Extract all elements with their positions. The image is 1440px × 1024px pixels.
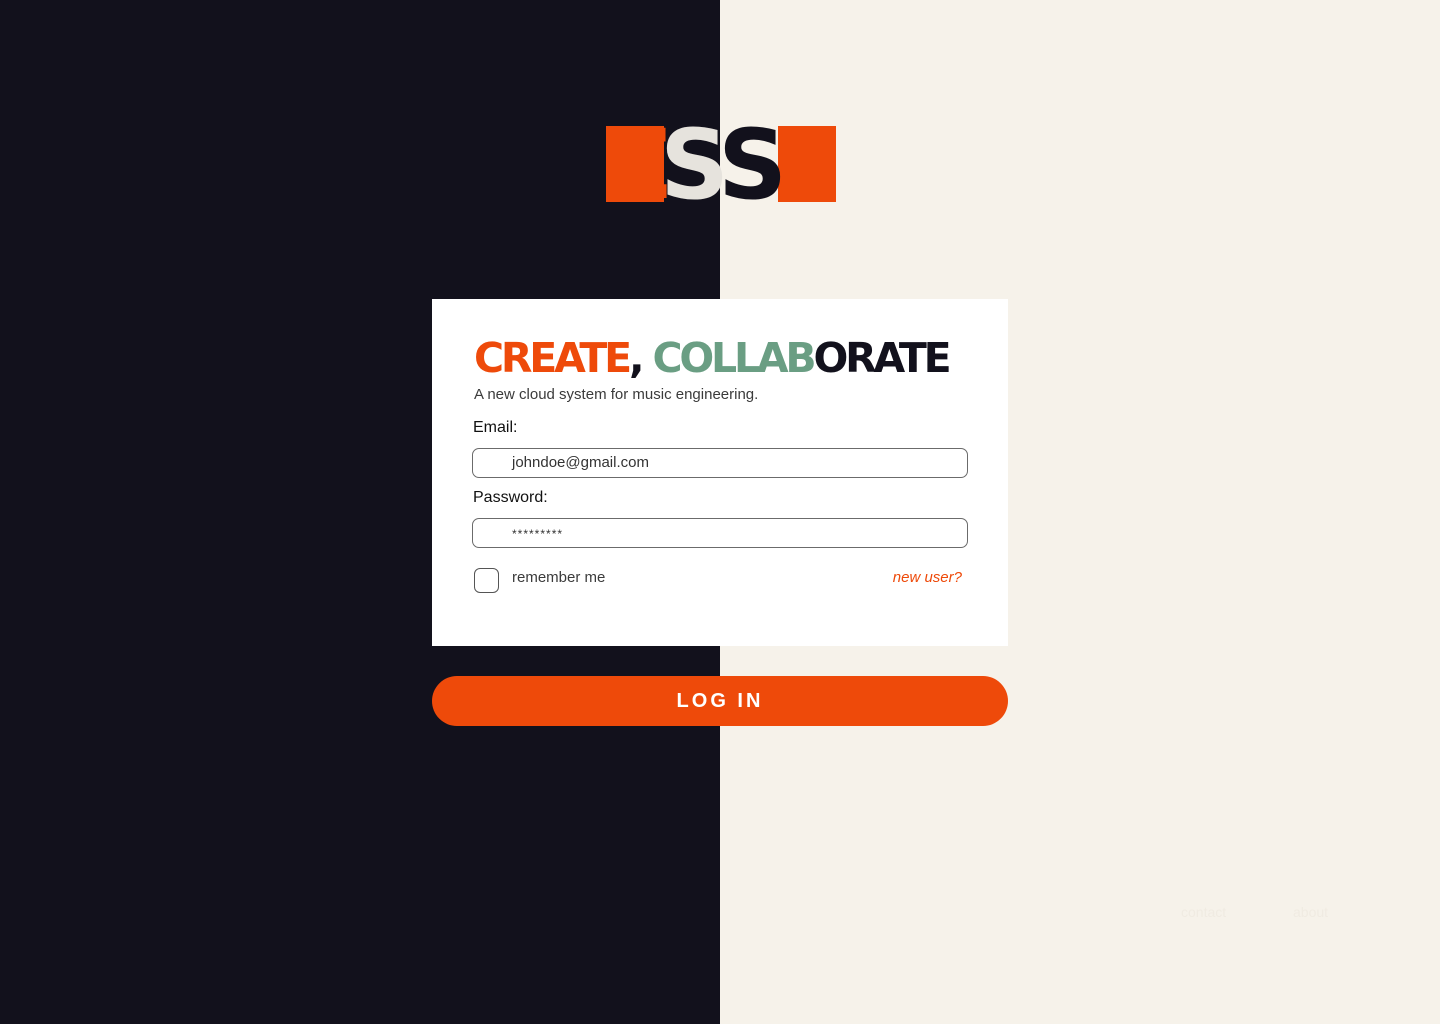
headline-create: CREATE	[474, 334, 632, 382]
contact-link[interactable]: contact	[1181, 904, 1226, 920]
password-value: *********	[512, 527, 564, 541]
email-value: johndoe@gmail.com	[512, 454, 649, 471]
logo-letter-e: E	[608, 109, 674, 221]
remember-me-label[interactable]: remember me	[512, 569, 605, 586]
esse-logo: E S S E	[604, 109, 840, 221]
password-label: Password:	[473, 489, 548, 506]
logo-letter-s2: S	[718, 109, 787, 221]
password-field[interactable]: *********	[472, 518, 968, 548]
remember-me-checkbox[interactable]	[474, 568, 499, 593]
email-field[interactable]: johndoe@gmail.com	[472, 448, 968, 478]
login-card: CREATE, COLLABORATE A new cloud system f…	[432, 299, 1008, 646]
about-link[interactable]: about	[1293, 904, 1328, 920]
headline: CREATE, COLLABORATE	[474, 333, 952, 383]
headline-comma: ,	[629, 334, 645, 382]
tagline: A new cloud system for music engineering…	[474, 386, 759, 403]
login-page: E S S E CREATE, COLLABORATE A new cloud …	[0, 0, 1440, 1024]
headline-orate: ORATE	[813, 334, 951, 382]
email-label: Email:	[473, 419, 518, 436]
new-user-link[interactable]: new user?	[893, 569, 962, 586]
headline-collab: COLLAB	[652, 334, 816, 382]
logo-letter-s1: S	[660, 109, 729, 221]
login-button[interactable]: LOG IN	[432, 676, 1008, 726]
logo-letter-e-mirrored: E	[784, 109, 840, 221]
